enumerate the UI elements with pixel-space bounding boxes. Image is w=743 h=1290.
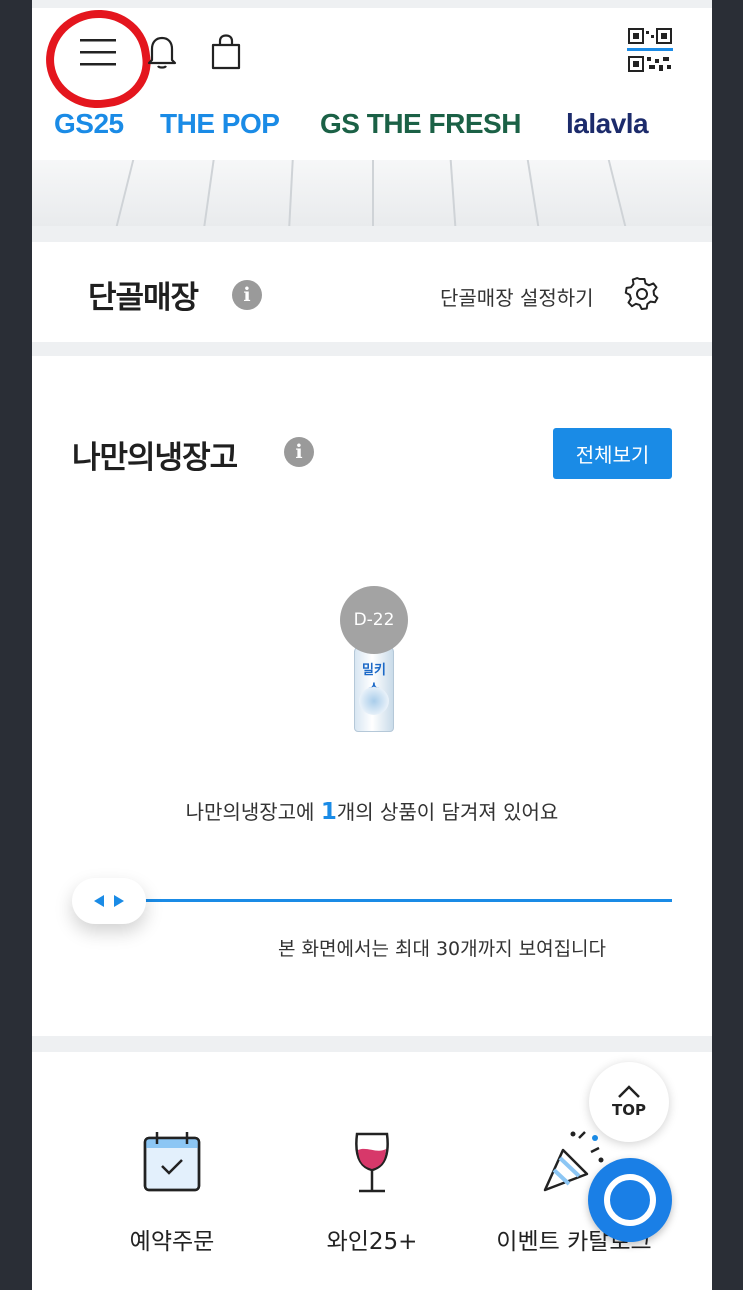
regular-store-title: 단골매장 (88, 280, 199, 316)
fridge-item-count: 1 (320, 799, 337, 825)
cart-button[interactable] (204, 30, 248, 74)
regular-store-setting-link[interactable]: 단골매장 설정하기 (440, 282, 594, 311)
banner-floor-image (32, 160, 712, 226)
tab-the-pop[interactable]: THE POP (160, 108, 280, 148)
info-icon[interactable]: i (232, 280, 262, 310)
chevron-up-icon (618, 1085, 640, 1098)
top-bar: GS25 THE POP GS THE FRESH lalavla (32, 3, 712, 167)
calendar-check-icon (143, 1132, 201, 1192)
fridge-message-suffix: 개의 상품이 담겨져 있어요 (336, 800, 559, 824)
tab-lalavla[interactable]: lalavla (566, 108, 649, 148)
brand-tabs: GS25 THE POP GS THE FRESH lalavla (32, 104, 712, 167)
fridge-max-note: 본 화면에서는 최대 30개까지 보여집니다 (278, 938, 607, 960)
scroll-to-top-button[interactable]: TOP (589, 1062, 669, 1142)
tab-gs25[interactable]: GS25 (54, 108, 124, 148)
fridge-message-prefix: 나만의냉장고에 (185, 800, 321, 824)
app-frame: GS25 THE POP GS THE FRESH lalavla 단골매장 i… (32, 0, 712, 1290)
dday-badge: D-22 (340, 586, 408, 654)
menu-item-reservation[interactable]: 예약주문 (82, 1122, 262, 1272)
bell-icon (147, 36, 177, 69)
tab-gs-the-fresh[interactable]: GS THE FRESH (320, 108, 521, 148)
menu-item-label: 예약주문 (129, 1229, 215, 1255)
red-annotation-circle (39, 3, 157, 115)
qr-code-icon (627, 28, 673, 72)
shopping-bag-icon (211, 34, 241, 70)
menu-item-wine[interactable]: 와인25+ (282, 1122, 462, 1272)
floating-action-button[interactable] (588, 1158, 672, 1242)
info-icon[interactable]: i (284, 437, 314, 467)
product-can-image: 밀키스 (354, 646, 394, 732)
fridge-scroll-track[interactable] (140, 899, 672, 902)
my-fridge-title: 나만의냉장고 (72, 440, 238, 476)
fridge-count-message: 나만의냉장고에 1개의 상품이 담겨져 있어요 (32, 796, 712, 825)
product-can-graphic (359, 687, 389, 715)
notification-button[interactable] (140, 30, 184, 74)
qr-button[interactable] (624, 24, 676, 76)
top-button-label: TOP (612, 1101, 646, 1119)
wine-glass-icon (355, 1132, 389, 1193)
view-all-button[interactable]: 전체보기 (553, 428, 672, 479)
fridge-scroll-handle[interactable] (72, 878, 146, 924)
fridge-product[interactable]: 밀키스 D-22 (328, 586, 418, 736)
gear-icon (624, 277, 659, 310)
ring-icon (604, 1174, 656, 1226)
my-fridge-card: 나만의냉장고 i 전체보기 밀키스 D-22 나만의냉장고에 1개의 상품이 담… (32, 356, 712, 1036)
regular-store-card: 단골매장 i 단골매장 설정하기 (32, 242, 712, 342)
menu-item-label: 와인25+ (326, 1229, 418, 1255)
left-right-arrows-icon (94, 895, 124, 907)
regular-store-setting-button[interactable] (624, 276, 660, 312)
